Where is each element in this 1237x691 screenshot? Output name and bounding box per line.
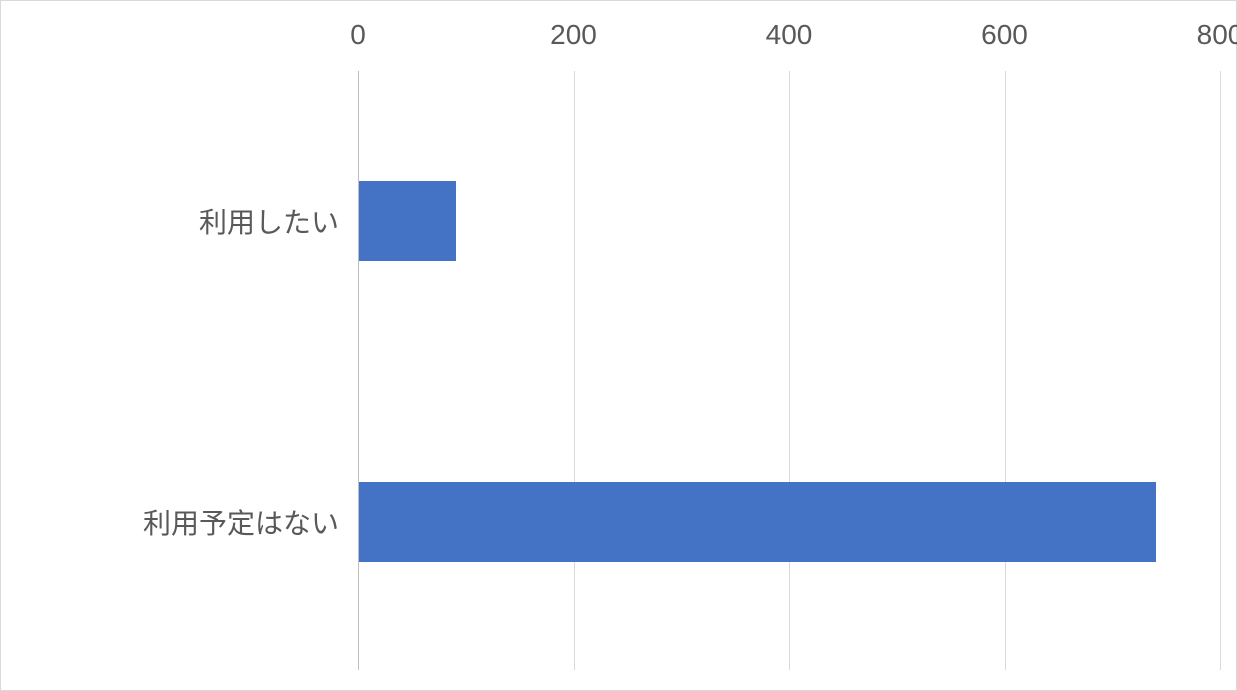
bar bbox=[359, 482, 1156, 562]
category-label: 利用したい bbox=[199, 201, 339, 241]
gridline bbox=[574, 71, 575, 670]
gridline bbox=[789, 71, 790, 670]
x-tick-label: 200 bbox=[550, 19, 597, 51]
x-tick-label: 400 bbox=[766, 19, 813, 51]
x-tick-label: 600 bbox=[981, 19, 1028, 51]
axis-zero-line bbox=[358, 71, 359, 670]
category-label: 利用予定はない bbox=[143, 502, 339, 542]
plot-area bbox=[358, 71, 1218, 670]
chart-frame: 0 200 400 600 800 利用したい 利用予定はない bbox=[0, 0, 1237, 691]
y-axis-labels: 利用したい 利用予定はない bbox=[1, 1, 339, 690]
gridline bbox=[1005, 71, 1006, 670]
x-tick-label: 800 bbox=[1197, 19, 1237, 51]
gridline bbox=[1220, 71, 1221, 670]
x-tick-label: 0 bbox=[350, 19, 366, 51]
bar bbox=[359, 181, 456, 261]
